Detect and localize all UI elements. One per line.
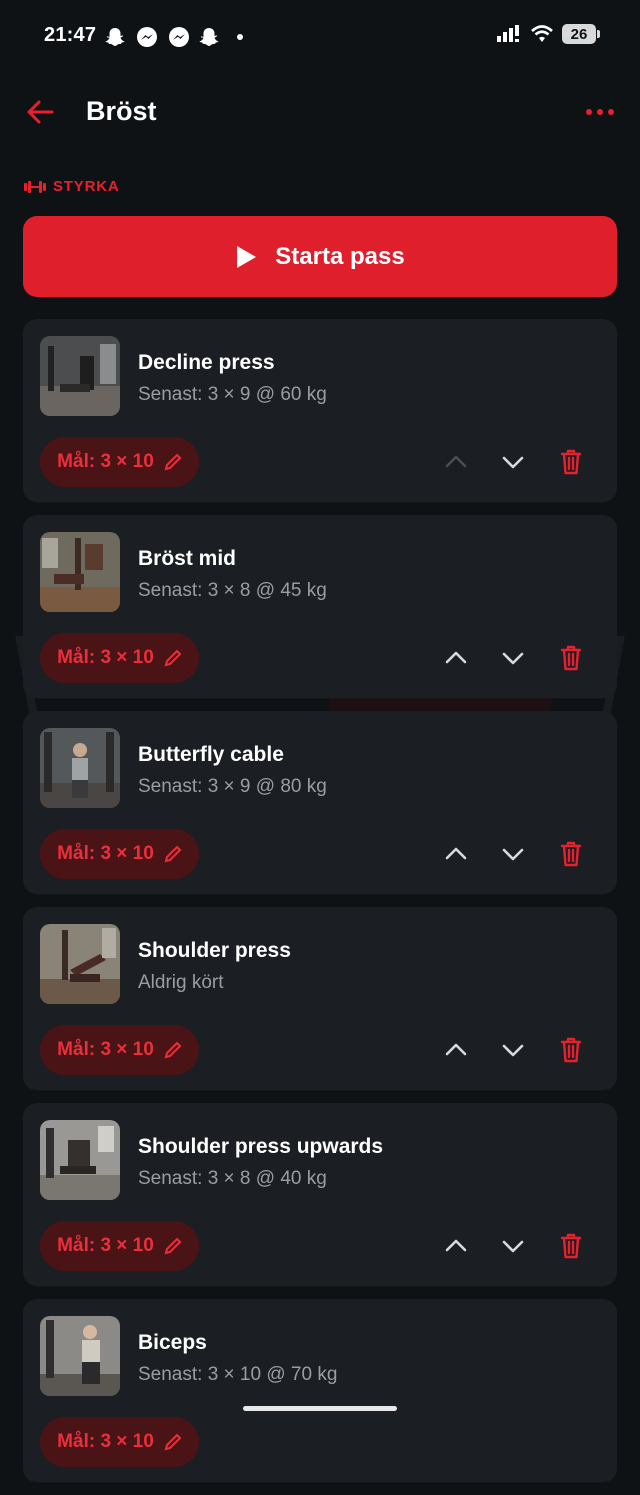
chevron-down-icon bbox=[502, 652, 524, 665]
start-workout-label: Starta pass bbox=[275, 242, 405, 270]
delete-button[interactable] bbox=[554, 837, 588, 871]
chevron-down-icon bbox=[502, 1240, 524, 1253]
exercise-last-result: Senast: 3 × 10 @ 70 kg bbox=[138, 1364, 338, 1385]
chevron-down-icon bbox=[502, 1044, 524, 1057]
chevron-up-icon bbox=[445, 651, 467, 664]
exercise-last-result: Senast: 3 × 8 @ 40 kg bbox=[138, 1168, 327, 1189]
exercise-card[interactable]: Biceps Senast: 3 × 10 @ 70 kg Mål: 3 × 1… bbox=[23, 1299, 617, 1482]
exercise-card[interactable]: Bröst mid Senast: 3 × 8 @ 45 kg Mål: 3 ×… bbox=[23, 515, 617, 698]
battery-indicator: 26 bbox=[562, 24, 600, 44]
exercise-thumbnail bbox=[40, 728, 120, 808]
workout-category: STYRKA bbox=[23, 178, 119, 195]
snapchat-icon bbox=[198, 26, 220, 48]
exercise-last-result: Senast: 3 × 8 @ 45 kg bbox=[138, 580, 327, 601]
exercise-thumbnail bbox=[40, 336, 120, 416]
goal-text: Mål: 3 × 10 bbox=[57, 1039, 154, 1060]
exercise-last-result: Senast: 3 × 9 @ 80 kg bbox=[138, 776, 327, 797]
exercise-name: Shoulder press upwards bbox=[138, 1135, 384, 1158]
exercise-thumbnail bbox=[40, 1120, 120, 1200]
trash-icon bbox=[560, 645, 582, 671]
move-up-button[interactable] bbox=[439, 641, 473, 675]
exercise-name: Decline press bbox=[138, 351, 275, 374]
chevron-up-icon bbox=[445, 847, 467, 860]
back-arrow-icon[interactable] bbox=[22, 94, 58, 130]
pencil-icon bbox=[164, 845, 182, 863]
chevron-up-icon bbox=[445, 1239, 467, 1252]
pencil-icon bbox=[164, 1237, 182, 1255]
goal-chip[interactable]: Mål: 3 × 10 bbox=[40, 1417, 199, 1467]
exercise-thumbnail bbox=[40, 924, 120, 1004]
page-title: Bröst bbox=[86, 96, 157, 126]
exercise-name: Bröst mid bbox=[138, 547, 237, 570]
move-down-button[interactable] bbox=[496, 1229, 530, 1263]
app-header: Bröst bbox=[0, 80, 640, 144]
exercise-card[interactable]: Butterfly cable Senast: 3 × 9 @ 80 kg Må… bbox=[23, 711, 617, 894]
chevron-down-icon bbox=[502, 456, 524, 469]
goal-text: Mål: 3 × 10 bbox=[57, 647, 154, 668]
goal-text: Mål: 3 × 10 bbox=[57, 843, 154, 864]
wifi-icon bbox=[531, 25, 553, 42]
goal-chip[interactable]: Mål: 3 × 10 bbox=[40, 1221, 199, 1271]
messenger-icon bbox=[136, 26, 158, 48]
trash-icon bbox=[560, 841, 582, 867]
delete-button[interactable] bbox=[554, 1033, 588, 1067]
chevron-up-icon bbox=[445, 1043, 467, 1056]
snapchat-icon bbox=[104, 26, 126, 48]
exercise-card[interactable]: Shoulder press Aldrig kört Mål: 3 × 10 bbox=[23, 907, 617, 1090]
exercise-card[interactable]: Decline press Senast: 3 × 9 @ 60 kg Mål:… bbox=[23, 319, 617, 502]
exercise-list: Decline press Senast: 3 × 9 @ 60 kg Mål:… bbox=[23, 319, 617, 1495]
move-down-button[interactable] bbox=[496, 837, 530, 871]
exercise-last-result: Senast: 3 × 9 @ 60 kg bbox=[138, 384, 327, 405]
signal-icon bbox=[497, 25, 519, 42]
move-up-button[interactable] bbox=[439, 837, 473, 871]
battery-level: 26 bbox=[570, 25, 588, 43]
home-indicator[interactable] bbox=[243, 1406, 397, 1411]
exercise-name: Shoulder press bbox=[138, 939, 291, 962]
goal-chip[interactable]: Mål: 3 × 10 bbox=[40, 633, 199, 683]
move-down-button[interactable] bbox=[496, 445, 530, 479]
start-workout-button[interactable]: Starta pass bbox=[23, 216, 617, 297]
goal-chip[interactable]: Mål: 3 × 10 bbox=[40, 829, 199, 879]
pencil-icon bbox=[164, 453, 182, 471]
status-time: 21:47 bbox=[44, 24, 97, 46]
chevron-down-icon bbox=[502, 848, 524, 861]
status-bar: 21:47 26 bbox=[0, 0, 640, 74]
pencil-icon bbox=[164, 1041, 182, 1059]
category-label: STYRKA bbox=[53, 178, 120, 195]
dumbbell-icon bbox=[24, 180, 46, 193]
messenger-icon bbox=[168, 26, 190, 48]
play-icon bbox=[237, 245, 257, 268]
exercise-card[interactable]: Shoulder press upwards Senast: 3 × 8 @ 4… bbox=[23, 1103, 617, 1286]
move-down-button[interactable] bbox=[496, 641, 530, 675]
more-options-icon[interactable] bbox=[584, 104, 616, 120]
trash-icon bbox=[560, 449, 582, 475]
goal-text: Mål: 3 × 10 bbox=[57, 1431, 154, 1452]
trash-icon bbox=[560, 1233, 582, 1259]
delete-button[interactable] bbox=[554, 641, 588, 675]
goal-text: Mål: 3 × 10 bbox=[57, 451, 154, 472]
move-down-button[interactable] bbox=[496, 1033, 530, 1067]
move-up-button[interactable] bbox=[439, 445, 473, 479]
pencil-icon bbox=[164, 649, 182, 667]
trash-icon bbox=[560, 1037, 582, 1063]
move-up-button[interactable] bbox=[439, 1229, 473, 1263]
move-up-button[interactable] bbox=[439, 1033, 473, 1067]
exercise-name: Biceps bbox=[138, 1331, 207, 1354]
chevron-up-icon bbox=[445, 455, 467, 468]
delete-button[interactable] bbox=[554, 445, 588, 479]
goal-text: Mål: 3 × 10 bbox=[57, 1235, 154, 1256]
goal-chip[interactable]: Mål: 3 × 10 bbox=[40, 437, 199, 487]
exercise-last-result: Aldrig kört bbox=[138, 972, 224, 993]
pencil-icon bbox=[164, 1433, 182, 1451]
goal-chip[interactable]: Mål: 3 × 10 bbox=[40, 1025, 199, 1075]
delete-button[interactable] bbox=[554, 1229, 588, 1263]
system-icons: 26 bbox=[496, 24, 600, 44]
dot-icon bbox=[235, 26, 245, 48]
exercise-thumbnail bbox=[40, 1316, 120, 1396]
exercise-name: Butterfly cable bbox=[138, 743, 284, 766]
exercise-thumbnail bbox=[40, 532, 120, 612]
